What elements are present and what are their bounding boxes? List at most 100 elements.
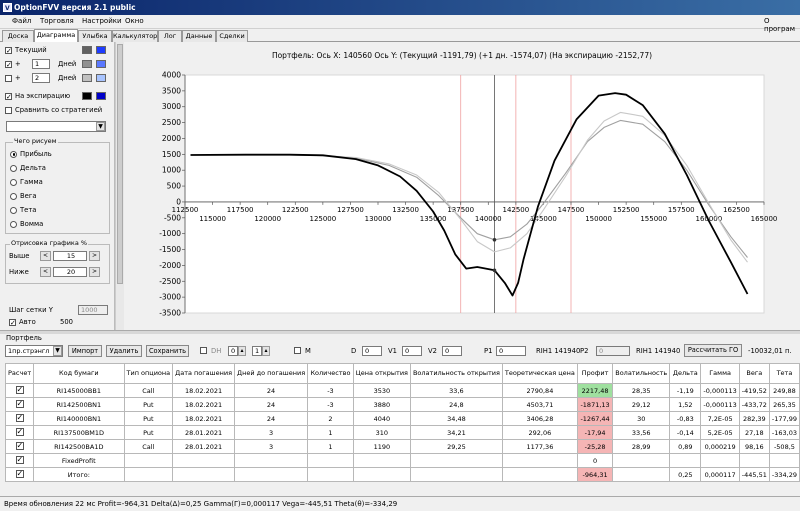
- chevron-down-icon[interactable]: ▼: [96, 122, 105, 131]
- menu-file[interactable]: Файл: [12, 17, 31, 25]
- x-tick-label: 122500: [282, 206, 309, 214]
- fixed-profit-value[interactable]: 0: [576, 453, 614, 468]
- column-header[interactable]: Дата погашения: [172, 363, 235, 384]
- expiry-color-swatch[interactable]: [82, 92, 92, 100]
- calc-checkbox[interactable]: [15, 385, 24, 395]
- tab-deals[interactable]: Сделки: [216, 30, 248, 42]
- below-decrement-button[interactable]: <: [40, 267, 51, 277]
- import-button[interactable]: Импорт: [68, 345, 102, 357]
- d-input[interactable]: 0: [362, 346, 382, 356]
- table-row[interactable]: RI145000BB1Call18.02.202124-3353033,6279…: [4, 383, 800, 398]
- tab-calculator[interactable]: Калькулятор: [112, 30, 158, 42]
- calc-checkbox[interactable]: [15, 399, 24, 409]
- column-header[interactable]: Дней до погашения: [233, 363, 309, 384]
- delete-button[interactable]: Удалить: [106, 345, 142, 357]
- tab-data[interactable]: Данные: [182, 30, 216, 42]
- dh-checkbox[interactable]: [200, 347, 207, 354]
- calc-checkbox[interactable]: [15, 427, 24, 437]
- payoff-chart[interactable]: 40003500300025002000150010005000-500-100…: [124, 42, 800, 330]
- column-header[interactable]: Волатильность: [612, 363, 671, 384]
- tab-diagram[interactable]: Диаграмма: [34, 29, 78, 42]
- calc-checkbox-cell[interactable]: [4, 439, 35, 454]
- column-header[interactable]: Код бумаги: [33, 363, 125, 384]
- plus2-color-swatch[interactable]: [82, 74, 92, 82]
- calc-checkbox-cell[interactable]: [4, 411, 35, 426]
- y-tick-label: 3500: [162, 86, 181, 95]
- column-header[interactable]: Тип опциона: [123, 363, 174, 384]
- menu-settings[interactable]: Настройки: [82, 17, 122, 25]
- strategy-compare-select[interactable]: [6, 121, 106, 132]
- draw-opt-vega[interactable]: Вега: [10, 191, 37, 201]
- table-row[interactable]: RI142500BN1Put18.02.202124-3388024,84503…: [4, 397, 800, 412]
- column-header[interactable]: Теоретическая цена: [501, 363, 578, 384]
- expiry-checkbox[interactable]: [5, 92, 12, 102]
- column-header[interactable]: Профит: [576, 363, 614, 384]
- calc-checkbox[interactable]: [15, 441, 24, 451]
- table-row[interactable]: RI137500BM1DPut28.01.20213131034,21292,0…: [4, 425, 800, 440]
- calc-checkbox[interactable]: [15, 413, 24, 423]
- above-increment-button[interactable]: >: [89, 251, 100, 261]
- above-decrement-button[interactable]: <: [40, 251, 51, 261]
- calc-checkbox-cell[interactable]: [4, 383, 35, 398]
- menu-trading[interactable]: Торговля: [40, 17, 74, 25]
- calc-checkbox-cell[interactable]: [4, 467, 35, 482]
- column-header[interactable]: Дельта: [669, 363, 702, 384]
- below-increment-button[interactable]: >: [89, 267, 100, 277]
- calc-checkbox[interactable]: [15, 455, 24, 465]
- draw-opt-profit[interactable]: Прибыль: [10, 149, 52, 159]
- plus1-color-swatch[interactable]: [82, 60, 92, 68]
- draw-opt-theta[interactable]: Тета: [10, 205, 36, 215]
- table-row[interactable]: RI142500BA1DCall28.01.202131119029,25117…: [4, 439, 800, 454]
- below-input[interactable]: 20: [53, 267, 87, 277]
- above-input[interactable]: 15: [53, 251, 87, 261]
- v2-label: V2: [428, 347, 437, 355]
- column-header[interactable]: Волатильность открытия: [409, 363, 503, 384]
- dh-input-2[interactable]: 1: [252, 346, 262, 356]
- plus2-days-input[interactable]: 2: [32, 73, 50, 83]
- tab-board[interactable]: Доска: [2, 30, 34, 42]
- plus2-checkbox[interactable]: [5, 74, 12, 82]
- left-panel-scrollbar[interactable]: [115, 42, 124, 330]
- calc-checkbox-cell[interactable]: [4, 425, 35, 440]
- dh-input-1[interactable]: 0: [228, 346, 238, 356]
- tab-log[interactable]: Лог: [158, 30, 182, 42]
- compare-checkbox[interactable]: [5, 106, 12, 114]
- current-checkbox[interactable]: [5, 46, 12, 56]
- calc-margin-button[interactable]: Рассчитать ГО: [684, 344, 742, 357]
- plus1-days-input[interactable]: 1: [32, 59, 50, 69]
- plus1-checkbox[interactable]: [5, 60, 12, 70]
- plus2-color-swatch-2[interactable]: [96, 74, 106, 82]
- column-header[interactable]: Тета: [768, 363, 800, 384]
- calc-checkbox-cell[interactable]: [4, 453, 35, 468]
- p1-input[interactable]: 0: [496, 346, 526, 356]
- column-header[interactable]: Гамма: [700, 363, 740, 384]
- current-color-swatch[interactable]: [82, 46, 92, 54]
- chevron-down-icon[interactable]: ▼: [53, 346, 62, 356]
- v1-input[interactable]: 0: [402, 346, 422, 356]
- dh-spin-1[interactable]: ▴: [238, 346, 246, 356]
- draw-opt-delta[interactable]: Дельта: [10, 163, 46, 173]
- calc-checkbox-cell[interactable]: [4, 397, 35, 412]
- column-header[interactable]: Вега: [738, 363, 770, 384]
- column-header[interactable]: Количество: [307, 363, 354, 384]
- auto-checkbox[interactable]: [9, 318, 16, 328]
- grid-step-input[interactable]: 1000: [78, 305, 108, 315]
- p2-input[interactable]: 0: [596, 346, 630, 356]
- draw-opt-label: Вега: [20, 192, 37, 200]
- draw-opt-vomma[interactable]: Вомма: [10, 219, 43, 229]
- menu-window[interactable]: Окно: [125, 17, 144, 25]
- expiry-color-swatch-2[interactable]: [96, 92, 106, 100]
- table-row[interactable]: RI140000BN1Put18.02.2021242404034,483406…: [4, 411, 800, 426]
- column-header[interactable]: Расчет: [4, 363, 35, 384]
- calc-checkbox[interactable]: [15, 469, 24, 479]
- dh-spin-2[interactable]: ▴: [262, 346, 270, 356]
- draw-opt-gamma[interactable]: Гамма: [10, 177, 43, 187]
- plus1-color-swatch-2[interactable]: [96, 60, 106, 68]
- save-button[interactable]: Сохранить: [146, 345, 189, 357]
- scrollbar-thumb[interactable]: [117, 44, 123, 284]
- tab-smile[interactable]: Улыбка: [78, 30, 112, 42]
- m-checkbox[interactable]: [294, 347, 301, 354]
- current-color-swatch-2[interactable]: [96, 46, 106, 54]
- column-header[interactable]: Цена открытия: [352, 363, 411, 384]
- v2-input[interactable]: 0: [442, 346, 462, 356]
